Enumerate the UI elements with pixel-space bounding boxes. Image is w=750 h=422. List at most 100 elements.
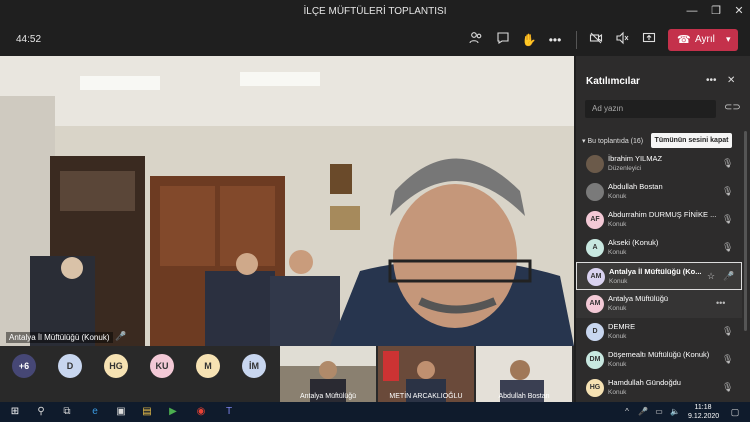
teams-icon[interactable]: T [222, 405, 236, 419]
avatar: D [586, 323, 604, 341]
participants-panel: Katılımcılar ••• ✕ Ad yazın ⊂⊃ ▾ Bu topl… [576, 56, 750, 402]
avatar: A [586, 239, 604, 257]
chat-icon[interactable] [494, 31, 512, 49]
avatar: AF [586, 211, 604, 229]
participant-bubble[interactable]: İM [242, 354, 266, 378]
microphone-icon[interactable]: 🎤 [723, 271, 734, 282]
task-view-icon[interactable]: ⧉ [60, 405, 74, 419]
chrome-icon[interactable]: ◉ [194, 405, 208, 419]
participant-name: Antalya İl Müftülüğü (Ko... [609, 267, 702, 276]
volume-icon[interactable]: 🔈 [668, 405, 682, 419]
microphone-off-icon[interactable] [613, 31, 631, 49]
hang-up-icon: ☎ [677, 34, 691, 46]
main-video-feed [0, 56, 574, 346]
windows-taskbar: ⊞ ⚲ ⧉ e ▣ ▤ ▶ ◉ T ^ 🎤 ▭ 🔈 11:18 9.12.202… [0, 402, 750, 422]
participant-name: Döşemealtı Müftülüğü (Konuk) [608, 350, 710, 359]
participant-row[interactable]: HG Hamdullah Gündoğdu Konuk 🎙 [576, 374, 742, 402]
store-icon[interactable]: ▣ [114, 405, 128, 419]
network-icon[interactable]: ▭ [652, 405, 666, 419]
participant-name: DEMRE [608, 322, 636, 331]
show-hidden-icons[interactable]: ^ [620, 405, 634, 419]
participant-role: Konuk [608, 333, 627, 340]
clock-date: 9.12.2020 [688, 413, 720, 420]
participant-row-selected[interactable]: AM Antalya İl Müftülüğü (Ko... Konuk ☆ 🎤 [576, 262, 742, 290]
thumbnail-label: METİN ARCAKLIOĞLU [389, 393, 463, 400]
main-video[interactable]: Antalya İl Müftülüğü (Konuk) 🎤 [0, 56, 574, 346]
section-heading[interactable]: ▾ Bu toplantıda (16) [582, 137, 643, 145]
edge-browser-icon[interactable]: e [88, 405, 102, 419]
participant-bubble[interactable]: HG [104, 354, 128, 378]
participant-row[interactable]: D DEMRE Konuk 🎙 [576, 318, 742, 346]
participant-name: Akseki (Konuk) [608, 238, 659, 247]
microphone-off-icon: 🎙 [722, 382, 734, 392]
participant-row[interactable]: AF Abdurrahim DURMUŞ FİNİKE ... Konuk 🎙 [576, 206, 742, 234]
meeting-timer: 44:52 [16, 34, 42, 45]
more-actions-icon[interactable]: ••• [546, 31, 564, 49]
participant-role: Konuk [609, 278, 628, 285]
microphone-off-icon: 🎙 [722, 214, 734, 224]
title-bar: İLÇE MÜFTÜLERİ TOPLANTISI — ❐ ✕ [0, 0, 750, 22]
panel-title: Katılımcılar [586, 76, 640, 87]
file-explorer-icon[interactable]: ▤ [140, 405, 154, 419]
share-screen-icon[interactable] [640, 31, 658, 49]
participant-row[interactable]: DM Döşemealtı Müftülüğü (Konuk) Konuk 🎙 [576, 346, 742, 374]
overflow-participants-button[interactable]: +6 [12, 354, 36, 378]
mute-all-button[interactable]: Tümünün sesini kapat [651, 133, 732, 148]
microphone-off-icon: 🎙 [722, 158, 734, 168]
participant-role: Konuk [608, 221, 627, 228]
share-invite-icon[interactable]: ⊂⊃ [724, 102, 741, 113]
participants-icon[interactable] [467, 31, 485, 49]
participant-bubble[interactable]: M [196, 354, 220, 378]
participant-row[interactable]: İbrahim YILMAZ Düzenleyici 🎙 [576, 150, 742, 178]
avatar [586, 155, 604, 173]
video-thumbnail[interactable]: Antalya Müftülüğü [280, 346, 376, 402]
search-input[interactable]: Ad yazın [585, 100, 716, 118]
participant-row[interactable]: AM Antalya Müftülüğü Konuk ••• [576, 290, 742, 318]
participant-row[interactable]: Abdullah Bostan Konuk 🎙 [576, 178, 742, 206]
media-player-icon[interactable]: ▶ [166, 405, 180, 419]
participant-role: Konuk [608, 249, 627, 256]
notifications-icon[interactable]: ▢ [728, 405, 742, 419]
avatar: DM [586, 351, 604, 369]
participant-name: Abdullah Bostan [608, 182, 663, 191]
system-clock[interactable]: 11:18 9.12.2020 [688, 403, 720, 421]
search-placeholder: Ad yazın [592, 104, 624, 113]
thumbnail-label: Antalya Müftülüğü [299, 393, 357, 400]
close-window-button[interactable]: ✕ [729, 3, 749, 19]
meeting-toolbar: 44:52 ✋ ••• ☎ Ayrıl ▾ [0, 22, 750, 56]
minimize-button[interactable]: — [682, 3, 702, 19]
video-thumbnail[interactable]: Abdullah Bostan [476, 346, 572, 402]
pin-icon[interactable]: ☆ [707, 271, 715, 282]
more-options-icon[interactable]: ••• [716, 298, 725, 308]
maximize-button[interactable]: ❐ [706, 3, 726, 19]
microphone-off-icon: 🎙 [722, 186, 734, 196]
chevron-down-icon[interactable]: ▾ [726, 34, 731, 45]
windows-start-icon[interactable]: ⊞ [8, 405, 22, 419]
main-video-label: Antalya İl Müftülüğü (Konuk) [6, 332, 113, 343]
window-title: İLÇE MÜFTÜLERİ TOPLANTISI [303, 6, 447, 17]
close-panel-icon[interactable]: ✕ [727, 75, 735, 86]
participant-role: Konuk [608, 193, 627, 200]
panel-more-icon[interactable]: ••• [706, 75, 717, 86]
participant-name: Hamdullah Gündoğdu [608, 378, 681, 387]
participant-row[interactable]: A Akseki (Konuk) Konuk 🎙 [576, 234, 742, 262]
leave-button[interactable]: ☎ Ayrıl ▾ [668, 29, 738, 51]
participant-bubble[interactable]: KU [150, 354, 174, 378]
video-thumbnail[interactable]: METİN ARCAKLIOĞLU [378, 346, 474, 402]
panel-scrollbar[interactable] [744, 131, 747, 331]
raise-hand-icon[interactable]: ✋ [520, 31, 538, 49]
participant-bubble[interactable]: D [58, 354, 82, 378]
participant-name: Abdurrahim DURMUŞ FİNİKE ... [608, 210, 717, 219]
search-icon[interactable]: ⚲ [34, 405, 48, 419]
participant-role: Konuk [608, 389, 627, 396]
microphone-off-icon: 🎙 [722, 326, 734, 336]
toolbar-divider [576, 31, 577, 49]
camera-off-icon[interactable] [587, 31, 605, 49]
participant-strip: +6 D HG KU M İM Antalya Müftülüğü METİN … [0, 346, 574, 402]
microphone-tray-icon[interactable]: 🎤 [636, 405, 650, 419]
participant-name: Antalya Müftülüğü [608, 294, 669, 303]
avatar: HG [586, 379, 604, 397]
clock-time: 11:18 [694, 404, 712, 411]
participant-role: Düzenleyici [608, 165, 642, 172]
meeting-stage: Antalya İl Müftülüğü (Konuk) 🎤 +6 D HG K… [0, 56, 574, 402]
